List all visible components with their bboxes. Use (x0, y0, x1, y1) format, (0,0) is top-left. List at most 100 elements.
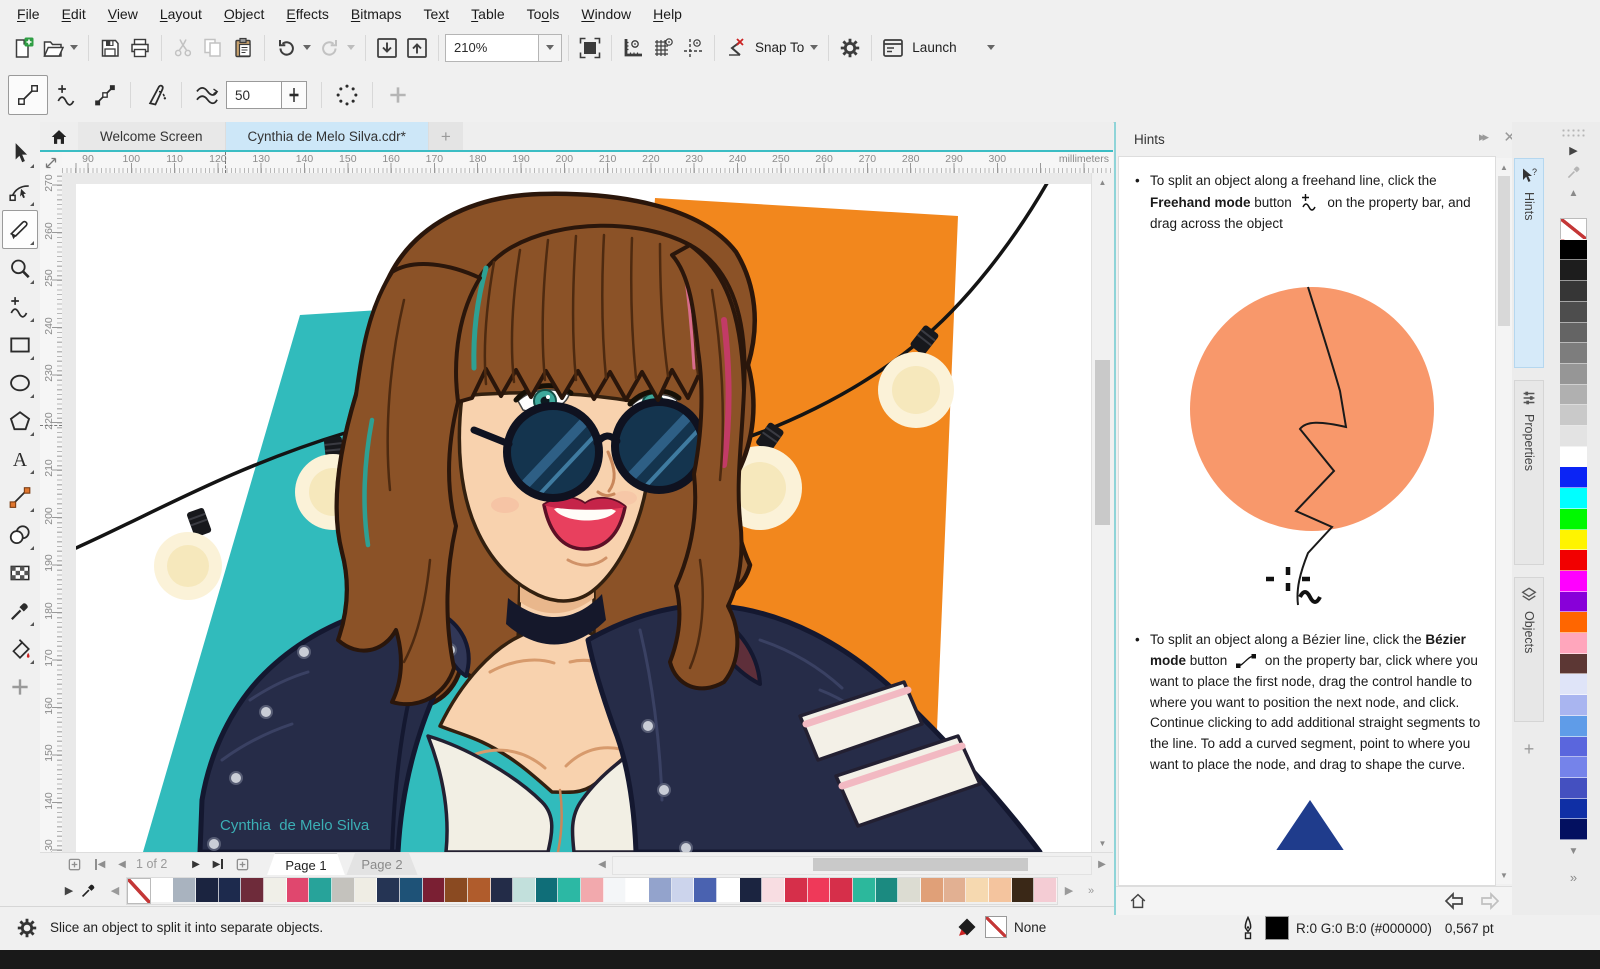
color-swatch[interactable] (1560, 550, 1587, 571)
color-swatch[interactable] (535, 877, 559, 902)
color-swatch[interactable] (1560, 757, 1587, 778)
color-swatch[interactable] (1560, 384, 1587, 406)
color-swatch[interactable] (1560, 322, 1587, 344)
palette-flyout-icon[interactable]: ▶ (58, 884, 80, 897)
zoom-level-input[interactable]: 210% (445, 33, 539, 62)
new-document-tab-button[interactable]: + (428, 122, 463, 151)
redo-dropdown[interactable] (347, 45, 355, 50)
menu-layout[interactable]: Layout (149, 2, 213, 26)
hints-forward-icon[interactable] (1478, 891, 1502, 911)
docker-tab-objects[interactable]: Objects (1514, 577, 1544, 722)
launch-dropdown[interactable] (986, 45, 995, 50)
knife-options-button[interactable] (137, 76, 175, 114)
last-page-button[interactable]: ▶ (208, 855, 228, 873)
transparency-tool[interactable] (3, 554, 37, 591)
ellipse-tool[interactable] (3, 364, 37, 401)
color-swatch[interactable] (1560, 488, 1587, 509)
undo-button[interactable] (271, 33, 301, 63)
first-page-button[interactable]: ◀ (90, 855, 110, 873)
color-swatch[interactable] (785, 877, 808, 902)
menu-effects[interactable]: Effects (275, 2, 340, 26)
scroll-up-icon[interactable]: ▲ (1092, 173, 1113, 191)
add-docker-button[interactable]: + (1516, 736, 1542, 762)
options-gear-button[interactable] (835, 33, 865, 63)
palette-scroll-right-icon[interactable]: ▶ (1058, 884, 1080, 897)
color-swatch[interactable] (1011, 877, 1035, 902)
color-swatch[interactable] (1560, 674, 1587, 696)
save-button[interactable] (95, 33, 125, 63)
color-swatch[interactable] (1034, 877, 1057, 902)
color-swatch[interactable] (1560, 570, 1587, 592)
freehand-tool[interactable] (3, 288, 37, 325)
color-swatch[interactable] (241, 877, 264, 902)
color-swatch[interactable] (603, 877, 627, 902)
import-button[interactable] (372, 33, 402, 63)
polygon-tool[interactable] (3, 402, 37, 439)
scrollbar-thumb[interactable] (1095, 360, 1110, 525)
freehand-mode-button[interactable] (48, 76, 86, 114)
show-grid-button[interactable] (648, 33, 678, 63)
hints-home-icon[interactable] (1128, 891, 1148, 911)
palette-scroll-up-icon[interactable]: ▲ (1560, 188, 1587, 199)
color-swatch[interactable] (1560, 218, 1587, 240)
color-swatch[interactable] (1560, 239, 1587, 261)
hints-scrollbar[interactable]: ▲ ▼ (1496, 158, 1512, 884)
scrollbar-thumb[interactable] (813, 858, 1028, 871)
color-swatch[interactable] (1560, 508, 1587, 530)
full-screen-preview-button[interactable] (575, 33, 605, 63)
drawing-canvas[interactable]: Cynthia de Melo Silva ▲ ▼ (62, 173, 1113, 852)
color-swatch[interactable] (1560, 591, 1587, 613)
color-swatch[interactable] (399, 877, 423, 902)
position-dots-button[interactable] (328, 76, 366, 114)
color-swatch[interactable] (626, 877, 650, 902)
hints-back-icon[interactable] (1442, 891, 1466, 911)
tab-welcome-screen[interactable]: Welcome Screen (78, 122, 226, 151)
menu-text[interactable]: Text (412, 2, 460, 26)
open-dropdown[interactable] (70, 45, 78, 50)
page-tab-2[interactable]: Page 2 (346, 853, 418, 876)
zoom-level-dropdown[interactable] (539, 33, 562, 62)
color-swatch[interactable] (1560, 446, 1587, 468)
add-preset-button[interactable] (379, 76, 417, 114)
shadow-tool[interactable] (3, 516, 37, 553)
collapse-docker-icon[interactable]: ▸▸ (1479, 129, 1489, 145)
color-swatch[interactable] (898, 877, 921, 902)
palette-flyout-icon[interactable]: ▶ (1560, 144, 1587, 157)
color-swatch[interactable] (1560, 653, 1587, 675)
color-swatch[interactable] (966, 877, 989, 902)
welcome-home-icon[interactable] (40, 122, 78, 152)
launch-label[interactable]: Launch (912, 40, 956, 55)
palette-drag-handle[interactable] (1561, 128, 1588, 138)
color-swatch[interactable] (1560, 633, 1587, 654)
scroll-up-icon[interactable]: ▲ (1496, 158, 1512, 176)
print-button[interactable] (125, 33, 155, 63)
color-swatch[interactable] (853, 877, 876, 902)
text-tool[interactable]: A (3, 440, 37, 477)
palette-expand-icon[interactable]: » (1080, 885, 1102, 897)
connector-tool[interactable] (3, 478, 37, 515)
color-swatch[interactable] (218, 877, 242, 902)
docker-tab-properties[interactable]: Properties (1514, 380, 1544, 565)
color-swatch[interactable] (467, 877, 491, 902)
status-gear-icon[interactable] (14, 915, 40, 941)
color-swatch[interactable] (1560, 612, 1587, 634)
next-page-button[interactable]: ▶ (186, 855, 206, 873)
menu-view[interactable]: View (97, 2, 149, 26)
color-swatch[interactable] (1560, 426, 1587, 447)
redo-button[interactable] (315, 33, 345, 63)
two-point-line-mode-button[interactable] (8, 75, 48, 115)
color-swatch[interactable] (671, 877, 695, 902)
color-swatch[interactable] (1560, 798, 1587, 820)
canvas-horizontal-scrollbar[interactable] (612, 856, 1092, 875)
color-swatch[interactable] (1560, 405, 1587, 427)
add-page-before-button[interactable] (64, 855, 84, 873)
menu-table[interactable]: Table (460, 2, 515, 26)
snap-to-label[interactable]: Snap To (755, 40, 804, 55)
color-swatch[interactable] (581, 877, 604, 902)
show-guidelines-button[interactable] (678, 33, 708, 63)
menu-edit[interactable]: Edit (51, 2, 97, 26)
color-swatch[interactable] (445, 877, 468, 902)
new-document-button[interactable] (8, 33, 38, 63)
palette-scroll-left-icon[interactable]: ◀ (104, 884, 126, 897)
scroll-left-icon[interactable]: ◀ (592, 855, 612, 873)
